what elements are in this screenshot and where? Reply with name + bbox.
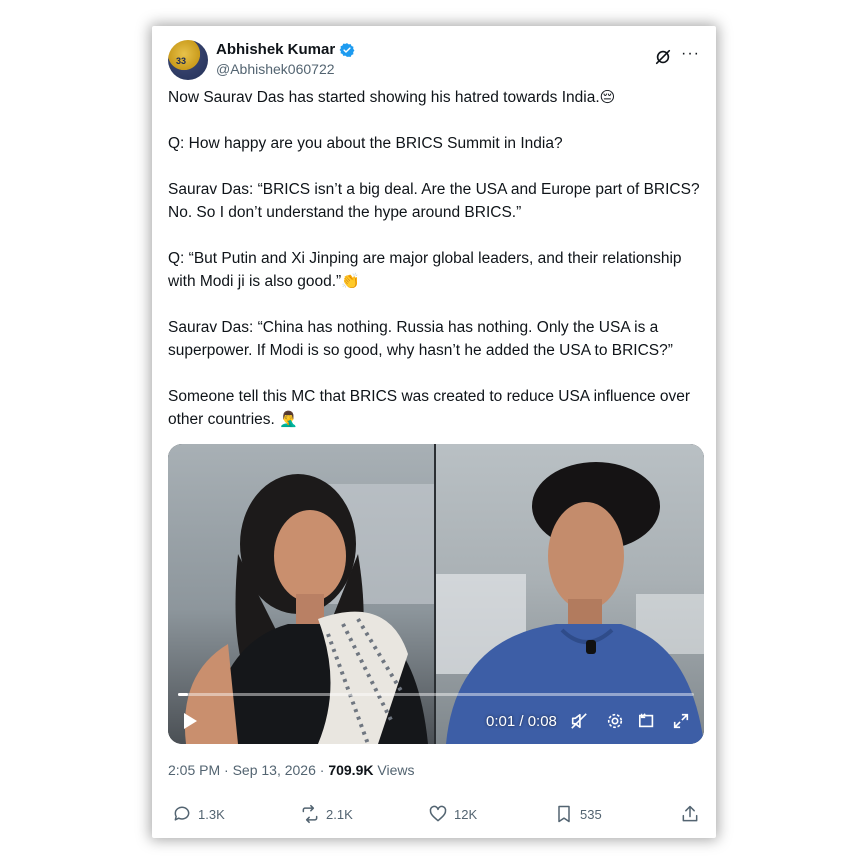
tweet-header: 33 Abhishek Kumar @Abhishek060722 ···	[168, 40, 700, 84]
repost-button[interactable]: 2.1K	[300, 804, 353, 824]
grok-icon[interactable]	[654, 48, 672, 66]
share-button[interactable]	[680, 804, 700, 824]
tweet-timestamp[interactable]: 2:05 PM · Sep 13, 2026 ·	[168, 762, 328, 778]
tweet-text: Now Saurav Das has started showing his h…	[168, 86, 700, 431]
tweet-meta: 2:05 PM · Sep 13, 2026 · 709.9K Views	[168, 762, 414, 778]
facepalm-emoji: 🤦‍♂️	[279, 410, 298, 428]
tweet-paragraph: Saurav Das: “BRICS isn’t a big deal. Are…	[168, 181, 700, 221]
bookmark-count: 535	[580, 806, 602, 822]
mute-icon[interactable]	[570, 712, 588, 730]
picture-in-picture-icon[interactable]	[638, 712, 656, 730]
tweet-paragraph: Saurav Das: “China has nothing. Russia h…	[168, 319, 673, 359]
author-display-name[interactable]: Abhishek Kumar	[216, 41, 335, 58]
video-frame-left	[168, 444, 434, 744]
settings-gear-icon[interactable]	[606, 712, 624, 730]
fullscreen-icon[interactable]	[672, 712, 690, 730]
author-name-row: Abhishek Kumar	[216, 41, 355, 58]
woman-figure	[184, 474, 434, 744]
tweet-card: 33 Abhishek Kumar @Abhishek060722 ··· No…	[152, 26, 716, 838]
verified-badge-icon	[339, 42, 355, 57]
avatar[interactable]: 33	[168, 40, 208, 80]
tweet-paragraph: Q: How happy are you about the BRICS Sum…	[168, 135, 563, 152]
tweet-paragraph: Now Saurav Das has started showing his h…	[168, 88, 616, 106]
repost-icon	[302, 804, 318, 824]
repost-count: 2.1K	[326, 806, 353, 822]
bookmark-icon	[558, 805, 570, 823]
play-icon[interactable]	[182, 712, 198, 730]
reply-button[interactable]: 1.3K	[172, 804, 225, 824]
like-count: 12K	[454, 806, 478, 822]
views-count: 709.9K	[328, 762, 374, 778]
heart-icon	[429, 805, 447, 822]
pensive-face-emoji: 😔	[599, 88, 616, 106]
views-label: Views	[373, 762, 415, 778]
video-progress-bar[interactable]	[178, 693, 694, 696]
clapping-hands-emoji: 👏	[341, 272, 360, 290]
tweet-paragraph: Q: “But Putin and Xi Jinping are major g…	[168, 250, 682, 290]
video-progress-fill	[178, 693, 189, 696]
action-bar: 1.3K 2.1K 12K 535	[168, 804, 700, 828]
share-icon	[682, 805, 698, 822]
like-button[interactable]: 12K	[428, 804, 477, 824]
author-handle[interactable]: @Abhishek060722	[216, 61, 335, 77]
reply-count: 1.3K	[198, 806, 225, 822]
video-player[interactable]: 0:01 / 0:08	[168, 444, 704, 744]
man-figure	[436, 462, 704, 744]
video-time: 0:01 / 0:08	[486, 713, 557, 730]
video-frame-right	[436, 444, 704, 744]
more-options-icon[interactable]: ···	[681, 46, 700, 62]
bookmark-button[interactable]: 535	[554, 804, 602, 824]
avatar-jersey-number: 33	[176, 56, 187, 66]
reply-icon	[174, 806, 190, 821]
tweet-paragraph: Someone tell this MC that BRICS was crea…	[168, 388, 691, 428]
